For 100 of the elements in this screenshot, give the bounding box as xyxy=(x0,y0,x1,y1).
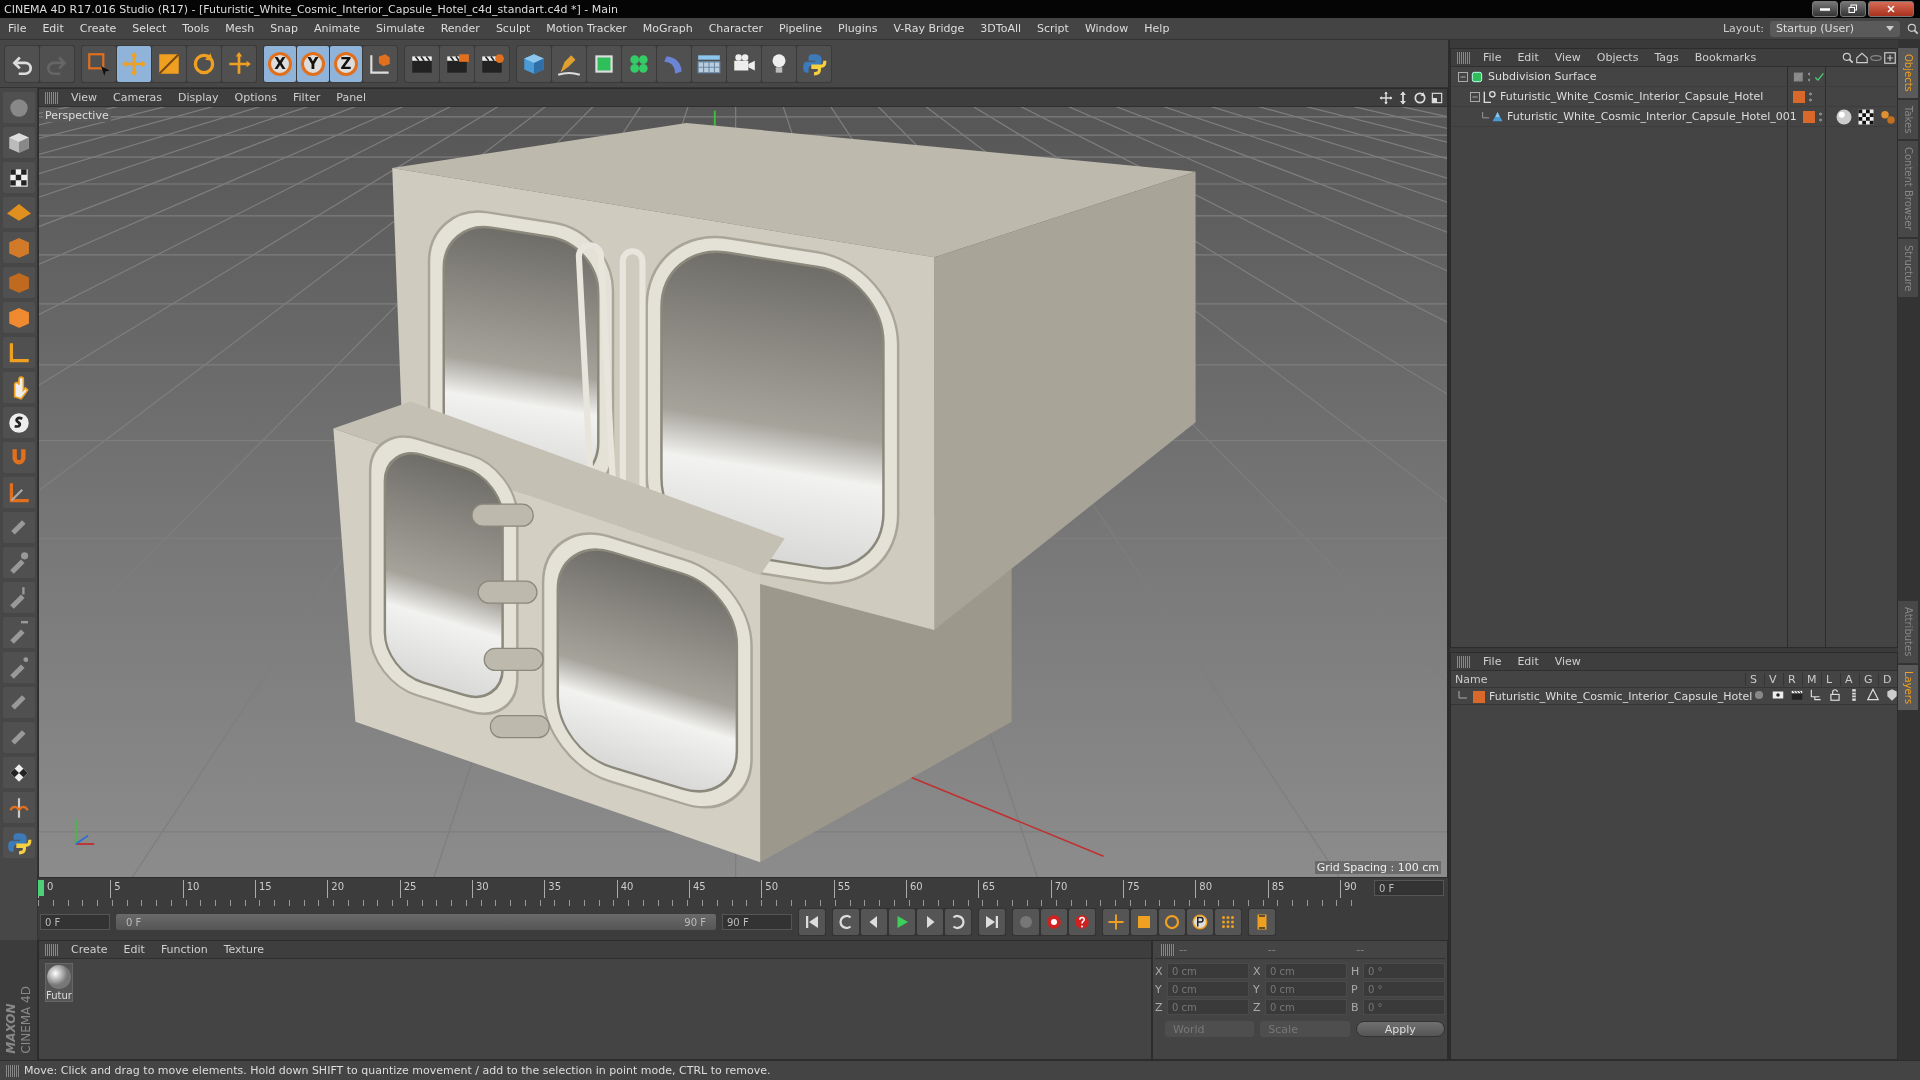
maximize-view-icon[interactable] xyxy=(1430,90,1444,105)
points-mode-button[interactable] xyxy=(2,232,35,263)
menu-item[interactable]: Mesh xyxy=(217,22,263,35)
maximize-button[interactable] xyxy=(1840,1,1866,17)
polygons-mode-button[interactable] xyxy=(2,302,35,333)
menu-item[interactable]: Window xyxy=(1076,22,1137,35)
subdivision-button[interactable] xyxy=(587,45,621,82)
texture-tag-icon[interactable] xyxy=(1857,107,1875,126)
menu-item[interactable]: Script xyxy=(1029,22,1077,35)
menu-item[interactable]: Plugins xyxy=(830,22,886,35)
material-menu-item[interactable]: Texture xyxy=(215,943,272,956)
sculpt-grab-button[interactable] xyxy=(2,687,35,718)
workplane-axis-button[interactable] xyxy=(2,477,35,508)
sculpt-flatten-button[interactable] xyxy=(2,617,35,648)
material-swatch[interactable]: Futur xyxy=(45,963,73,1002)
record-button[interactable] xyxy=(1041,909,1067,935)
end-frame-field[interactable]: 90 F xyxy=(722,914,792,930)
go-to-end-button[interactable] xyxy=(979,909,1005,935)
object-row[interactable]: Futuristic_White_Cosmic_Interior_Capsule_Hotel xyxy=(1451,87,1897,107)
python-console-button[interactable] xyxy=(2,827,35,858)
menu-item[interactable]: Animate xyxy=(306,22,369,35)
grip-handle[interactable] xyxy=(45,943,59,956)
grip-handle[interactable] xyxy=(45,91,59,104)
column-header[interactable]: M xyxy=(1802,672,1821,686)
grip-handle[interactable] xyxy=(1457,655,1471,668)
light-button[interactable] xyxy=(762,45,796,82)
collapse-icon[interactable] xyxy=(1469,90,1481,103)
viewport-menu-item[interactable]: Panel xyxy=(328,91,374,104)
grip-handle[interactable] xyxy=(1161,943,1175,956)
layer-menu-item[interactable]: Edit xyxy=(1509,655,1547,668)
camera-button[interactable] xyxy=(727,45,761,82)
apply-button[interactable]: Apply xyxy=(1355,1021,1445,1037)
column-header[interactable]: L xyxy=(1821,672,1840,686)
viewport-menu-item[interactable]: Filter xyxy=(285,91,329,104)
viewport-menu-item[interactable]: Options xyxy=(226,91,285,104)
previous-frame-button[interactable] xyxy=(861,909,887,935)
object-menu-item[interactable]: Edit xyxy=(1509,51,1547,64)
layer-menu-item[interactable]: View xyxy=(1546,655,1589,668)
object-menu-item[interactable]: Bookmarks xyxy=(1686,51,1765,64)
new-window-icon[interactable] xyxy=(1883,50,1897,65)
rotation-key-button[interactable] xyxy=(1159,909,1185,935)
deformer-button[interactable] xyxy=(657,45,691,82)
last-tool-button[interactable] xyxy=(222,45,256,82)
minimize-button[interactable] xyxy=(1812,1,1838,17)
layer-menu-item[interactable]: File xyxy=(1475,655,1510,668)
paint-button[interactable] xyxy=(2,757,35,788)
axis-mode-button[interactable] xyxy=(2,337,35,368)
menu-item[interactable]: Pipeline xyxy=(771,22,831,35)
sculpt-button[interactable] xyxy=(2,512,35,543)
layout-dropdown[interactable]: Startup (User) xyxy=(1770,20,1900,37)
material-menu-item[interactable]: Create xyxy=(63,943,116,956)
sculpt-smooth-button[interactable] xyxy=(2,582,35,613)
axis-lock-button[interactable]: X xyxy=(264,45,296,82)
snap-button[interactable] xyxy=(2,407,35,438)
next-key-button[interactable] xyxy=(945,909,971,935)
menu-item[interactable]: Simulate xyxy=(368,22,433,35)
render-settings-button[interactable] xyxy=(475,45,509,82)
play-button[interactable] xyxy=(889,909,915,935)
home-icon[interactable] xyxy=(1855,50,1869,65)
select-tool-button[interactable] xyxy=(82,45,116,82)
menu-item[interactable]: File xyxy=(0,22,35,35)
menu-item[interactable]: Help xyxy=(1136,22,1178,35)
rotate-tool-button[interactable] xyxy=(187,45,221,82)
scale-tool-button[interactable] xyxy=(152,45,186,82)
column-header[interactable]: G xyxy=(1859,672,1878,686)
coordinate-system-button[interactable] xyxy=(363,45,397,82)
render-view-button[interactable] xyxy=(405,45,439,82)
menu-item[interactable]: Motion Tracker xyxy=(538,22,635,35)
object-row[interactable]: Subdivision Surface xyxy=(1451,67,1897,87)
material-menu-item[interactable]: Function xyxy=(152,943,216,956)
sculpt-inflate-button[interactable] xyxy=(2,652,35,683)
search-icon[interactable] xyxy=(1841,50,1855,65)
visibility-dots[interactable] xyxy=(1807,70,1811,83)
go-to-start-button[interactable] xyxy=(799,909,825,935)
generator-icon[interactable] xyxy=(1866,688,1881,702)
render-clapboard-icon[interactable] xyxy=(1790,688,1805,702)
render-picture-button[interactable] xyxy=(440,45,474,82)
autokey-button[interactable] xyxy=(1069,909,1095,935)
visibility-dots[interactable] xyxy=(1809,90,1812,103)
menu-item[interactable]: Tools xyxy=(174,22,218,35)
object-menu-item[interactable]: File xyxy=(1475,51,1510,64)
playhead-marker[interactable] xyxy=(38,880,44,896)
tweak-button[interactable] xyxy=(2,372,35,403)
menu-item[interactable]: MoGraph xyxy=(634,22,701,35)
floor-button[interactable] xyxy=(692,45,726,82)
collapse-icon[interactable] xyxy=(1457,70,1469,83)
column-header[interactable]: V xyxy=(1764,672,1783,686)
column-header[interactable]: S xyxy=(1745,672,1764,686)
menu-item[interactable]: Select xyxy=(124,22,175,35)
object-menu-item[interactable]: Objects xyxy=(1588,51,1647,64)
search-icon[interactable] xyxy=(1906,21,1920,36)
lock-icon[interactable] xyxy=(1828,688,1843,702)
point-level-button[interactable] xyxy=(1215,909,1241,935)
workplane-button[interactable] xyxy=(2,197,35,228)
close-button[interactable] xyxy=(1868,1,1914,17)
next-frame-button[interactable] xyxy=(917,909,943,935)
column-header[interactable]: D xyxy=(1878,672,1897,686)
cube-button[interactable] xyxy=(517,45,551,82)
model-mode-button[interactable] xyxy=(2,127,35,158)
previous-key-button[interactable] xyxy=(833,909,859,935)
